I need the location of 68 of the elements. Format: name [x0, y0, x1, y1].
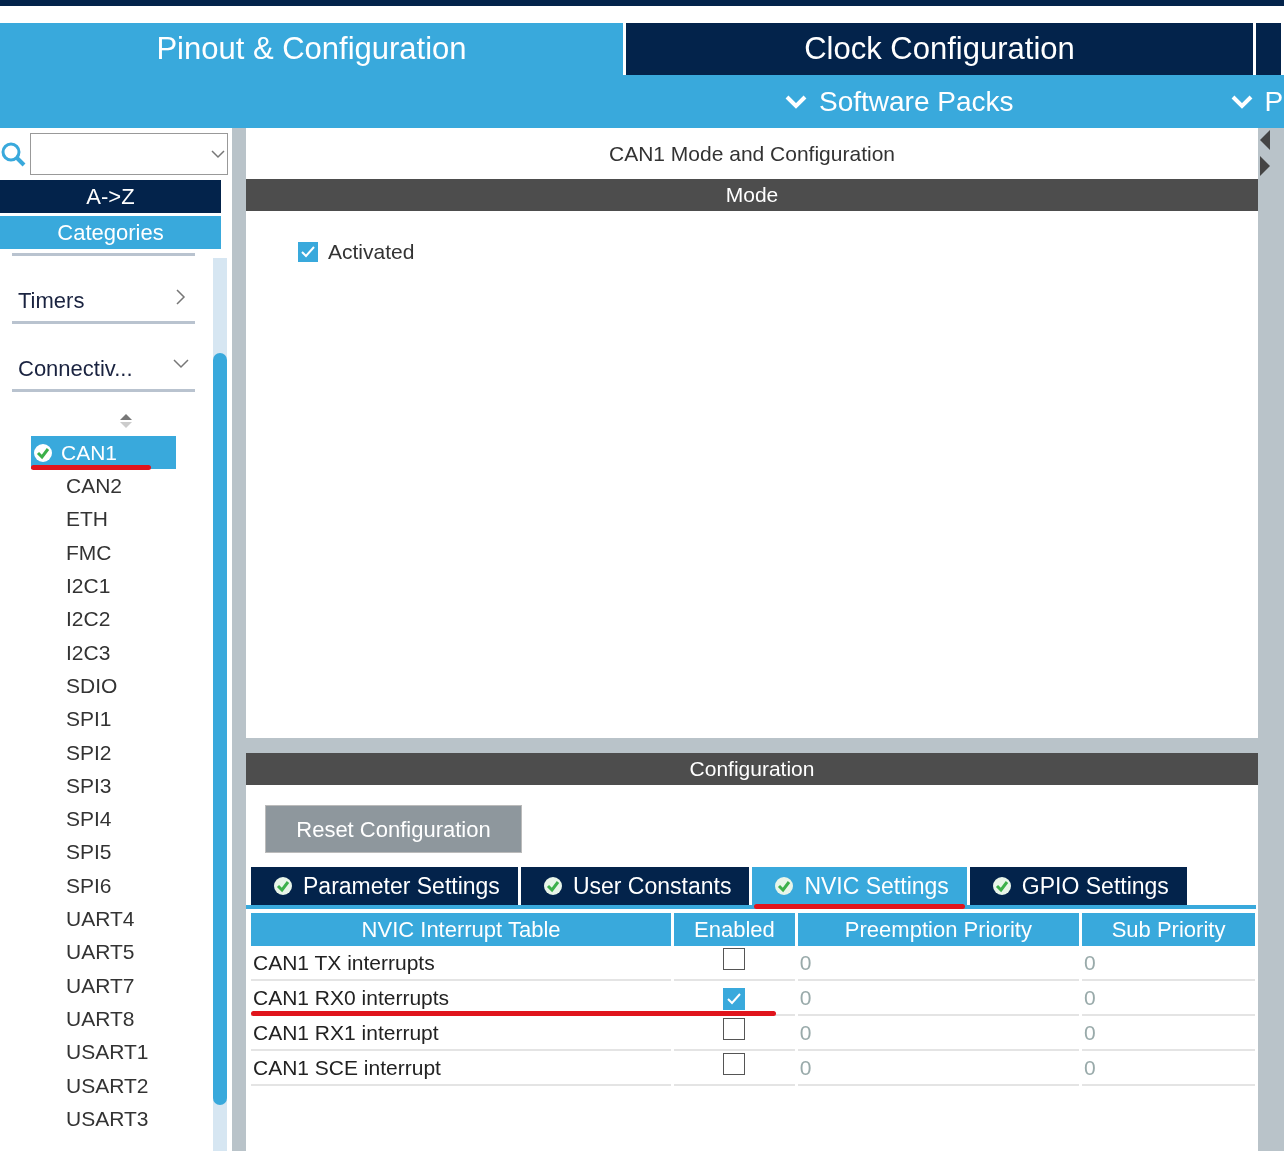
chevron-down-icon	[1230, 94, 1253, 109]
peripheral-item[interactable]: USART1	[31, 1035, 176, 1069]
table-cell: 0	[797, 981, 1080, 1016]
peripheral-item[interactable]: SPI4	[31, 802, 176, 836]
sort-tab[interactable]: A->Z	[0, 180, 221, 213]
peripheral-item[interactable]: SPI2	[31, 735, 176, 769]
main-tab[interactable]: Clock Configuration	[626, 23, 1256, 75]
peripheral-item[interactable]: SDIO	[31, 669, 176, 703]
main-tab[interactable]	[1256, 23, 1284, 75]
table-cell: 0	[1082, 1051, 1255, 1086]
check-circle-icon	[273, 876, 293, 896]
peripheral-item[interactable]: UART8	[31, 1002, 176, 1036]
peripheral-item[interactable]: SPI3	[31, 768, 176, 803]
column-header: NVIC Interrupt Table	[251, 913, 672, 946]
column-header: Sub Priority	[1082, 913, 1255, 946]
checkmark-icon	[727, 992, 742, 1005]
scroll-right-icon[interactable]	[1258, 156, 1272, 176]
enabled-checkbox[interactable]	[723, 1017, 746, 1040]
search-field[interactable]	[30, 133, 228, 175]
section-header: Mode	[246, 179, 1258, 211]
peripheral-item[interactable]: UART4	[31, 902, 176, 936]
peripheral-item[interactable]: CAN2	[31, 469, 176, 503]
enabled-checkbox[interactable]	[723, 987, 746, 1010]
category-label: Timers	[18, 287, 85, 315]
peripheral-item[interactable]: ETH	[31, 502, 176, 536]
table-cell: CAN1 SCE interrupt	[251, 1051, 672, 1086]
table-cell: CAN1 RX1 interrupt	[251, 1016, 672, 1051]
table-cell: 0	[797, 1051, 1080, 1086]
peripheral-item[interactable]: FMC	[31, 535, 176, 570]
table-cell: 0	[1082, 946, 1255, 981]
check-circle-icon	[542, 876, 563, 896]
column-header: Enabled	[674, 913, 795, 946]
category-label: Connectiv...	[18, 355, 133, 383]
check-circle-icon	[774, 876, 795, 896]
table-cell: 0	[1082, 1016, 1255, 1051]
panel-title: CAN1 Mode and Configuration	[608, 140, 896, 167]
peripheral-item[interactable]: SPI1	[31, 702, 176, 736]
settings-tab[interactable]: User Constants	[520, 867, 750, 905]
section-header: Configuration	[246, 753, 1258, 785]
check-circle-icon	[991, 876, 1012, 896]
peripheral-item[interactable]: I2C2	[31, 602, 176, 636]
peripheral-item[interactable]: USART3	[31, 1101, 176, 1136]
peripheral-item[interactable]: SPI5	[31, 835, 176, 869]
peripheral-item[interactable]: USART2	[31, 1068, 176, 1102]
settings-tab[interactable]: Parameter Settings	[251, 867, 518, 905]
sort-arrows-icon	[119, 412, 133, 430]
caret-icon	[211, 149, 225, 159]
checkmark-icon	[301, 245, 315, 258]
chevron-down-icon	[785, 94, 807, 109]
enabled-checkbox[interactable]	[723, 947, 746, 970]
scroll-left-icon[interactable]	[1258, 130, 1272, 150]
activated-checkbox[interactable]: Activated	[298, 236, 415, 268]
search-icon	[0, 141, 26, 167]
peripheral-item[interactable]: UART5	[31, 935, 176, 969]
scrollbar-thumb[interactable]	[213, 353, 227, 1105]
category-header[interactable]: Timers	[12, 256, 195, 324]
table-cell: 0	[797, 1016, 1080, 1051]
column-header: Preemption Priority	[797, 913, 1080, 946]
peripheral-item[interactable]: SPI6	[31, 868, 176, 903]
peripheral-item[interactable]: I2C3	[31, 635, 176, 670]
table-cell: CAN1 TX interrupts	[251, 946, 672, 981]
peripheral-item[interactable]: I2C1	[31, 569, 176, 603]
table-cell: 0	[797, 946, 1080, 981]
peripheral-item[interactable]: UART7	[31, 968, 176, 1003]
category-header[interactable]: Connectiv...	[12, 324, 195, 392]
settings-tab[interactable]: GPIO Settings	[969, 867, 1187, 905]
table-cell: 0	[1082, 981, 1255, 1016]
enabled-checkbox[interactable]	[723, 1052, 746, 1075]
